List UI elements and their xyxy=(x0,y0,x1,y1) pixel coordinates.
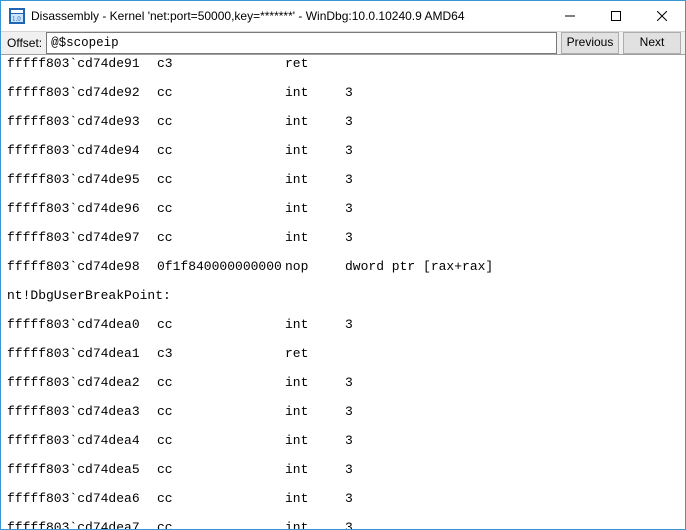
disasm-line[interactable]: fffff803`cd74de92ccint3 xyxy=(7,86,685,101)
mnemonic: int xyxy=(285,202,345,217)
svg-text:1.0: 1.0 xyxy=(12,15,21,23)
address: fffff803`cd74de94 xyxy=(7,144,157,159)
maximize-button[interactable] xyxy=(593,1,639,31)
disasm-line[interactable]: fffff803`cd74de97ccint3 xyxy=(7,231,685,246)
mnemonic: int xyxy=(285,463,345,478)
disasm-line[interactable]: fffff803`cd74dea1c3ret xyxy=(7,347,685,362)
address: fffff803`cd74dea7 xyxy=(7,521,157,529)
mnemonic: int xyxy=(285,434,345,449)
operands: 3 xyxy=(345,86,353,101)
address: fffff803`cd74de97 xyxy=(7,231,157,246)
opcode-bytes: cc xyxy=(157,318,285,333)
app-icon: 1.0 xyxy=(9,8,25,24)
mnemonic: int xyxy=(285,144,345,159)
opcode-bytes: cc xyxy=(157,86,285,101)
operands: 3 xyxy=(345,115,353,130)
minimize-button[interactable] xyxy=(547,1,593,31)
disasm-line[interactable]: fffff803`cd74dea0ccint3 xyxy=(7,318,685,333)
address: fffff803`cd74dea5 xyxy=(7,463,157,478)
disasm-line[interactable]: fffff803`cd74de96ccint3 xyxy=(7,202,685,217)
mnemonic: int xyxy=(285,521,345,529)
opcode-bytes: 0f1f840000000000 xyxy=(157,260,285,275)
opcode-bytes: c3 xyxy=(157,347,285,362)
opcode-bytes: cc xyxy=(157,173,285,188)
address: fffff803`cd74de92 xyxy=(7,86,157,101)
mnemonic: int xyxy=(285,405,345,420)
address: fffff803`cd74de95 xyxy=(7,173,157,188)
opcode-bytes: cc xyxy=(157,434,285,449)
previous-button[interactable]: Previous xyxy=(561,32,619,54)
disasm-line[interactable]: fffff803`cd74de95ccint3 xyxy=(7,173,685,188)
address: fffff803`cd74dea0 xyxy=(7,318,157,333)
opcode-bytes: cc xyxy=(157,463,285,478)
operands: 3 xyxy=(345,492,353,507)
operands: 3 xyxy=(345,405,353,420)
mnemonic: ret xyxy=(285,57,345,72)
operands: 3 xyxy=(345,202,353,217)
offset-input[interactable] xyxy=(46,32,557,54)
operands: 3 xyxy=(345,376,353,391)
operands: dword ptr [rax+rax] xyxy=(345,260,493,275)
mnemonic: int xyxy=(285,492,345,507)
operands: 3 xyxy=(345,463,353,478)
disassembly-view[interactable]: fffff803`cd74de91c3ret fffff803`cd74de92… xyxy=(1,55,685,529)
mnemonic: int xyxy=(285,86,345,101)
disassembly-window: 1.0 Disassembly - Kernel 'net:port=50000… xyxy=(0,0,686,530)
opcode-bytes: cc xyxy=(157,521,285,529)
opcode-bytes: cc xyxy=(157,231,285,246)
address: fffff803`cd74de91 xyxy=(7,57,157,72)
address: fffff803`cd74de93 xyxy=(7,115,157,130)
titlebar-buttons xyxy=(547,1,685,31)
opcode-bytes: cc xyxy=(157,492,285,507)
next-button[interactable]: Next xyxy=(623,32,681,54)
window-title: Disassembly - Kernel 'net:port=50000,key… xyxy=(31,9,547,23)
mnemonic: ret xyxy=(285,347,345,362)
operands: 3 xyxy=(345,144,353,159)
disasm-line[interactable]: fffff803`cd74de91c3ret xyxy=(7,57,685,72)
disasm-line[interactable]: fffff803`cd74dea5ccint3 xyxy=(7,463,685,478)
address: fffff803`cd74dea1 xyxy=(7,347,157,362)
opcode-bytes: cc xyxy=(157,405,285,420)
offset-label: Offset: xyxy=(1,36,46,50)
operands: 3 xyxy=(345,521,353,529)
disasm-line[interactable]: fffff803`cd74de94ccint3 xyxy=(7,144,685,159)
disasm-line[interactable]: fffff803`cd74dea7ccint3 xyxy=(7,521,685,529)
mnemonic: int xyxy=(285,376,345,391)
mnemonic: nop xyxy=(285,260,345,275)
disasm-line[interactable]: fffff803`cd74de93ccint3 xyxy=(7,115,685,130)
address: fffff803`cd74de98 xyxy=(7,260,157,275)
operands: 3 xyxy=(345,173,353,188)
mnemonic: int xyxy=(285,318,345,333)
address: fffff803`cd74dea2 xyxy=(7,376,157,391)
mnemonic: int xyxy=(285,231,345,246)
titlebar[interactable]: 1.0 Disassembly - Kernel 'net:port=50000… xyxy=(1,1,685,32)
address: fffff803`cd74dea3 xyxy=(7,405,157,420)
operands: 3 xyxy=(345,318,353,333)
opcode-bytes: cc xyxy=(157,144,285,159)
mnemonic: int xyxy=(285,173,345,188)
disasm-line[interactable]: fffff803`cd74dea3ccint3 xyxy=(7,405,685,420)
opcode-bytes: cc xyxy=(157,376,285,391)
offset-toolbar: Offset: Previous Next xyxy=(1,32,685,55)
close-button[interactable] xyxy=(639,1,685,31)
disasm-line[interactable]: fffff803`cd74dea6ccint3 xyxy=(7,492,685,507)
opcode-bytes: cc xyxy=(157,202,285,217)
disasm-line[interactable]: fffff803`cd74dea4ccint3 xyxy=(7,434,685,449)
symbol-label: nt!DbgUserBreakPoint: xyxy=(7,289,171,304)
opcode-bytes: cc xyxy=(157,115,285,130)
address: fffff803`cd74de96 xyxy=(7,202,157,217)
operands: 3 xyxy=(345,434,353,449)
disasm-line[interactable]: fffff803`cd74dea2ccint3 xyxy=(7,376,685,391)
symbol-line[interactable]: nt!DbgUserBreakPoint: xyxy=(7,289,685,304)
opcode-bytes: c3 xyxy=(157,57,285,72)
disasm-line[interactable]: fffff803`cd74de980f1f840000000000nopdwor… xyxy=(7,260,685,275)
operands: 3 xyxy=(345,231,353,246)
address: fffff803`cd74dea6 xyxy=(7,492,157,507)
address: fffff803`cd74dea4 xyxy=(7,434,157,449)
mnemonic: int xyxy=(285,115,345,130)
